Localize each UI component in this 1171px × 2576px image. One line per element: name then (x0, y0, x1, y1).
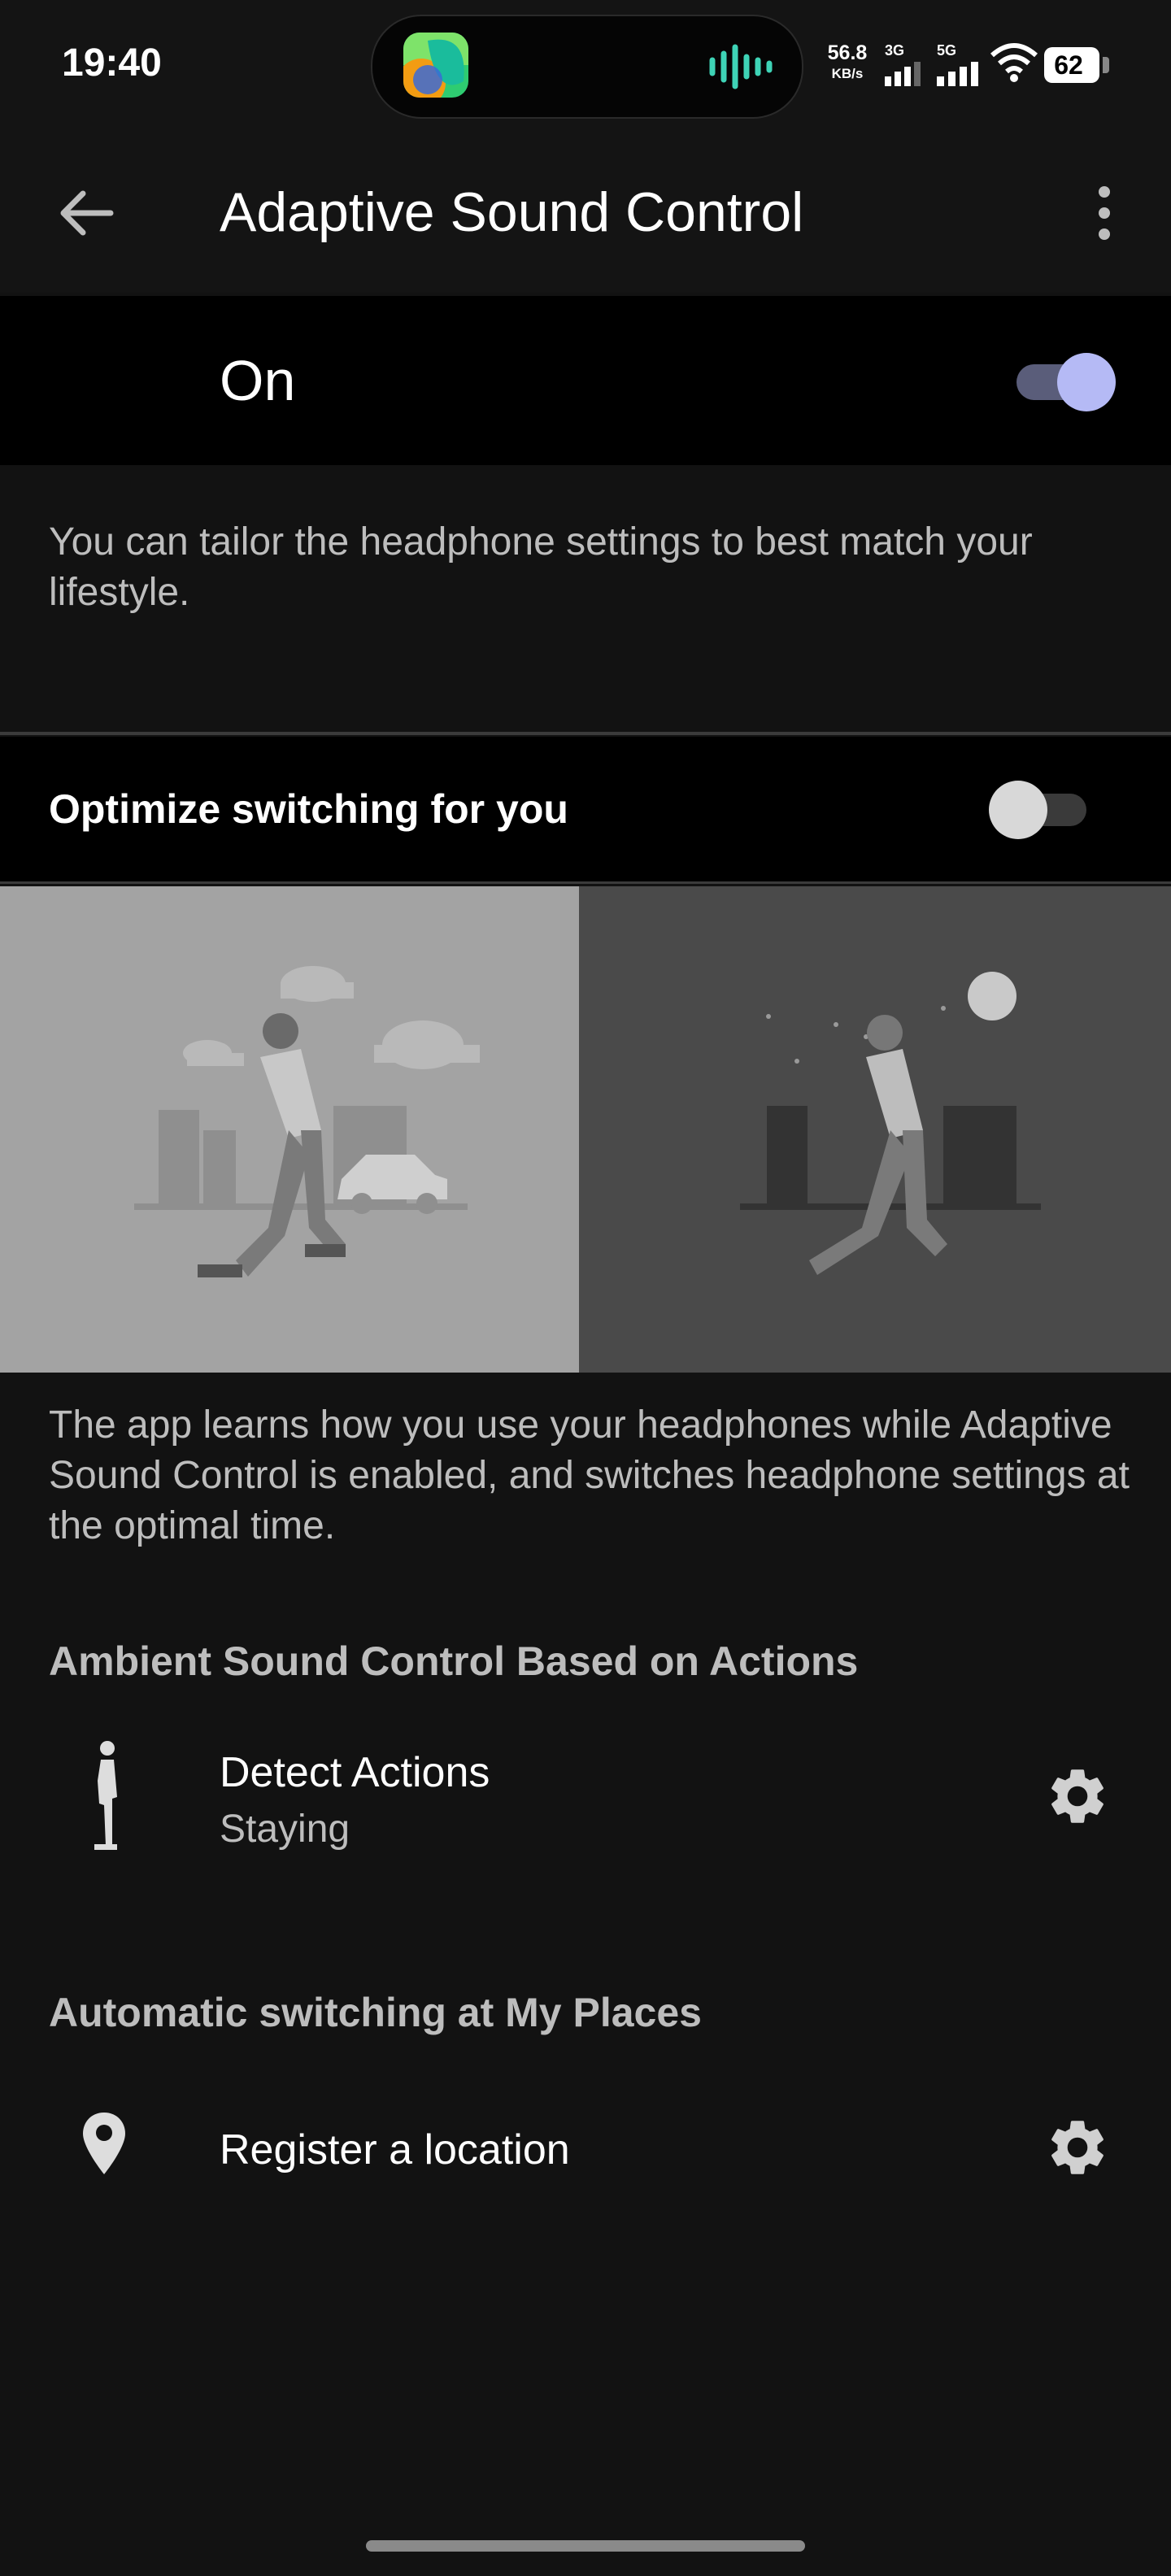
day-walking-illustration (0, 886, 579, 1373)
more-vert-icon[interactable] (1082, 181, 1127, 246)
detect-actions-title: Detect Actions (220, 1749, 490, 1796)
location-pin-icon (83, 2113, 125, 2174)
main-switch-label: On (220, 349, 296, 412)
detect-actions-status: Staying (220, 1808, 350, 1851)
register-location-title: Register a location (220, 2126, 570, 2174)
optimize-row[interactable]: Optimize switching for you (0, 737, 1171, 883)
divider (0, 881, 1171, 884)
gear-icon[interactable] (1044, 2114, 1111, 2181)
optimize-label: Optimize switching for you (49, 786, 568, 832)
audio-wave-icon (709, 44, 773, 89)
app-bar: Adaptive Sound Control (0, 130, 1171, 293)
gear-icon[interactable] (1044, 1763, 1111, 1830)
status-time: 19:40 (62, 41, 162, 85)
battery-tip (1103, 57, 1109, 73)
standing-person-icon (94, 1741, 117, 1850)
dynamic-island[interactable] (371, 15, 803, 119)
illustration (0, 886, 1171, 1373)
divider (0, 732, 1171, 735)
net-speed: 56.8 KB/s (827, 41, 868, 81)
page-title: Adaptive Sound Control (220, 181, 804, 243)
app-logo-icon (403, 33, 468, 98)
optimize-toggle[interactable] (989, 779, 1090, 841)
section-header-actions: Ambient Sound Control Based on Actions (49, 1638, 859, 1684)
section-header-places: Automatic switching at My Places (49, 1990, 702, 2035)
status-bar: 19:40 56.8 KB/s 3G 5G 62 (0, 0, 1171, 130)
battery-icon: 62 (1044, 47, 1099, 83)
night-walking-illustration (579, 886, 1171, 1373)
home-indicator[interactable] (366, 2540, 805, 2552)
wifi-icon (990, 43, 1038, 82)
arrow-left-icon[interactable] (54, 181, 119, 246)
intro-text: You can tailor the headphone settings to… (49, 520, 1033, 614)
learn-text: The app learns how you use your headphon… (49, 1403, 1130, 1547)
main-switch-toggle[interactable] (1012, 353, 1117, 411)
main-switch-row[interactable]: On (0, 296, 1171, 465)
